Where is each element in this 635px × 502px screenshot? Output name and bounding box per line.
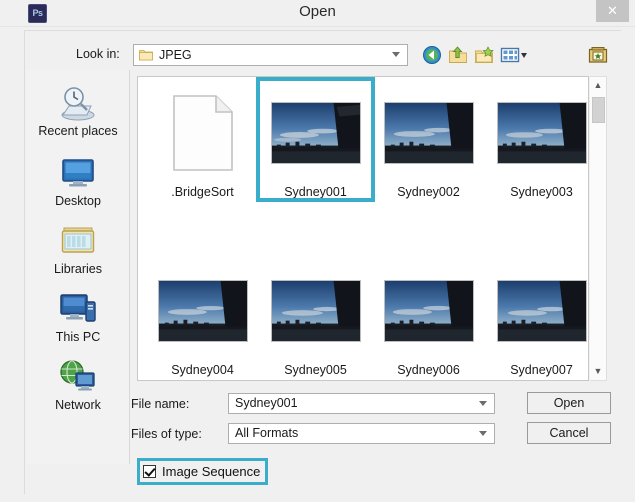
look-in-label: Look in:: [76, 47, 120, 61]
file-thumbnail: [259, 262, 372, 360]
desktop-icon: [62, 159, 94, 187]
chevron-down-icon: [479, 401, 487, 406]
file-thumbnail: [372, 262, 485, 360]
file-list-scrollbar[interactable]: ▲ ▼: [590, 76, 607, 381]
open-dialog: Ps Open ✕ Look in: JPEG Recent places De…: [0, 0, 635, 502]
file-thumbnail: [259, 84, 372, 182]
close-icon[interactable]: ✕: [596, 0, 629, 22]
scroll-down-icon[interactable]: ▼: [590, 363, 606, 380]
file-name: Sydney004: [171, 363, 234, 377]
list-item[interactable]: Sydney002: [372, 84, 485, 199]
up-folder-icon[interactable]: [448, 45, 468, 65]
chevron-down-icon: [479, 431, 487, 436]
list-item[interactable]: Sydney001: [256, 77, 375, 202]
sidebar-item-this-pc[interactable]: This PC: [26, 290, 130, 344]
files-of-type-value: All Formats: [235, 426, 299, 440]
title-bar: Ps Open ✕: [0, 0, 635, 27]
views-icon[interactable]: [500, 45, 528, 65]
file-thumbnail: [146, 262, 259, 360]
file-name: Sydney007: [510, 363, 573, 377]
list-item[interactable]: Sydney003: [485, 84, 588, 199]
sidebar-item-label: Desktop: [55, 194, 101, 208]
recent-places-icon: [61, 87, 95, 121]
files-of-type-select[interactable]: All Formats: [228, 423, 495, 444]
list-item[interactable]: Sydney005: [259, 262, 372, 377]
file-list[interactable]: .BridgeSort Sydney001 Sydney002 Sydney00…: [137, 76, 589, 381]
sidebar-item-network[interactable]: Network: [26, 358, 130, 412]
file-name: Sydney006: [397, 363, 460, 377]
file-thumbnail: [485, 84, 588, 182]
chevron-down-icon: [392, 52, 400, 57]
this-pc-icon: [60, 294, 96, 322]
list-item[interactable]: .BridgeSort: [146, 84, 259, 199]
file-name-value: Sydney001: [235, 396, 298, 410]
file-name: Sydney003: [510, 185, 573, 199]
photo-thumbnail-icon: [157, 280, 248, 342]
new-folder-icon[interactable]: [474, 45, 494, 65]
look-in-combobox[interactable]: JPEG: [133, 44, 408, 66]
file-thumbnail: [372, 84, 485, 182]
files-of-type-label: Files of type:: [131, 427, 202, 441]
window-title: Open: [299, 3, 336, 20]
photo-thumbnail-icon: [383, 102, 474, 164]
file-thumbnail: [485, 262, 588, 360]
network-icon: [60, 360, 95, 391]
photo-thumbnail-icon: [270, 102, 361, 164]
sidebar-item-label: Recent places: [38, 124, 118, 138]
sidebar-item-recent-places[interactable]: Recent places: [26, 84, 130, 138]
back-arrow-icon[interactable]: [422, 45, 442, 65]
sidebar-item-label: Libraries: [54, 262, 102, 276]
bridge-folder-icon[interactable]: [588, 45, 608, 65]
file-name: Sydney001: [284, 185, 347, 199]
photo-thumbnail-icon: [496, 102, 587, 164]
places-sidebar: Recent places Desktop Libraries This PC …: [26, 70, 130, 464]
scroll-up-icon[interactable]: ▲: [590, 77, 606, 94]
sidebar-item-label: This PC: [55, 330, 101, 344]
list-item[interactable]: Sydney007: [485, 262, 588, 377]
list-item[interactable]: Sydney006: [372, 262, 485, 377]
photo-thumbnail-icon: [496, 280, 587, 342]
file-name: .BridgeSort: [171, 185, 234, 199]
photo-thumbnail-icon: [270, 280, 361, 342]
folder-icon: [139, 50, 153, 61]
file-name-input[interactable]: Sydney001: [228, 393, 495, 414]
image-sequence-checkbox[interactable]: Image Sequence: [143, 463, 260, 480]
scrollbar-thumb[interactable]: [592, 97, 605, 123]
cancel-button[interactable]: Cancel: [527, 422, 611, 444]
photo-thumbnail-icon: [383, 280, 474, 342]
list-item[interactable]: Sydney004: [146, 262, 259, 377]
file-name-label: File name:: [131, 397, 190, 411]
sidebar-item-libraries[interactable]: Libraries: [26, 222, 130, 276]
look-in-value: JPEG: [159, 48, 192, 62]
sidebar-item-label: Network: [55, 398, 101, 412]
checkbox-checked-icon[interactable]: [143, 465, 156, 478]
file-name: Sydney002: [397, 185, 460, 199]
file-name: Sydney005: [284, 363, 347, 377]
open-button[interactable]: Open: [527, 392, 611, 414]
sidebar-item-desktop[interactable]: Desktop: [26, 154, 130, 208]
document-icon: [172, 95, 233, 171]
libraries-icon: [61, 227, 95, 253]
image-sequence-label: Image Sequence: [162, 464, 261, 479]
file-thumbnail: [146, 84, 259, 182]
